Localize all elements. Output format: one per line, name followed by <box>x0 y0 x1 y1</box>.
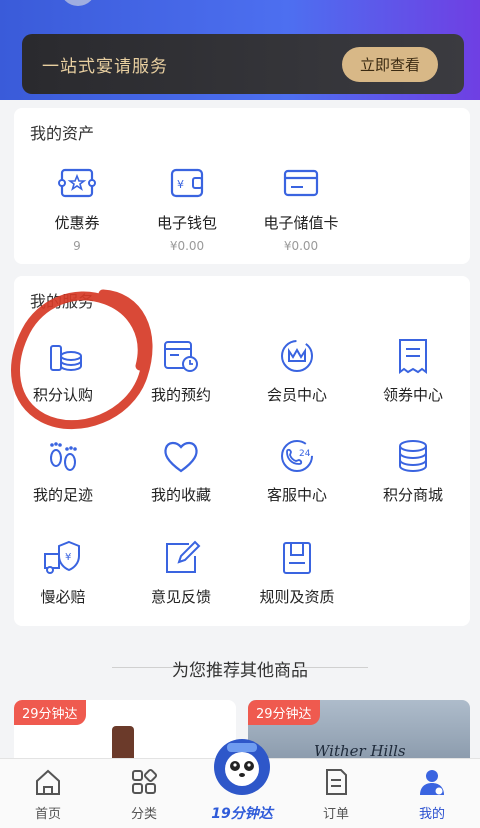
service-customer-service[interactable]: 24 客服中心 <box>240 436 354 505</box>
asset-wallet[interactable]: ¥ 电子钱包 ¥0.00 <box>132 166 242 253</box>
service-footprint[interactable]: 我的足迹 <box>6 436 120 505</box>
asset-label: 优惠券 <box>54 214 100 232</box>
tab-express[interactable]: 19分钟达 <box>200 735 284 823</box>
service-points-mall[interactable]: 积分商城 <box>356 436 470 505</box>
home-icon <box>36 769 60 795</box>
asset-value: ¥0.00 <box>283 239 319 253</box>
service-label: 领券中心 <box>382 386 443 404</box>
service-label: 意见反馈 <box>150 588 211 606</box>
recommend-title: 为您推荐其他商品 <box>172 661 308 681</box>
service-label: 积分商城 <box>382 486 443 504</box>
service-favorites[interactable]: 我的收藏 <box>124 436 238 505</box>
service-reservation[interactable]: 我的预约 <box>124 336 238 405</box>
view-now-button[interactable]: 立即查看 <box>341 46 438 82</box>
coupon-center-icon <box>399 339 427 374</box>
assets-title: 我的资产 <box>30 124 95 143</box>
delivery-tag: 29分钟达 <box>14 700 86 725</box>
wallet-icon: ¥ <box>170 168 204 198</box>
service-label: 客服中心 <box>266 486 327 504</box>
asset-stored-card[interactable]: 电子储值卡 ¥0.00 <box>246 166 356 253</box>
service-label: 我的足迹 <box>32 486 93 504</box>
tab-order[interactable]: 订单 <box>296 767 376 822</box>
rules-qualification-icon <box>283 542 311 574</box>
banquet-banner[interactable]: 一站式宴请服务 立即查看 <box>22 34 464 94</box>
svg-text:24: 24 <box>299 449 311 459</box>
tab-label: 我的 <box>418 807 445 822</box>
banner-title: 一站式宴请服务 <box>42 56 168 77</box>
asset-label: 电子钱包 <box>156 214 217 232</box>
slow-compensation-icon: ¥ <box>44 540 80 574</box>
service-points-purchase[interactable]: 积分认购 <box>6 336 120 405</box>
coupon-icon <box>58 168 96 198</box>
points-mall-icon <box>399 440 427 472</box>
service-slow-compensation[interactable]: ¥ 慢必赔 <box>6 538 120 607</box>
svg-text:¥: ¥ <box>65 552 71 563</box>
service-label: 规则及资质 <box>259 588 335 606</box>
member-center-icon <box>281 340 313 372</box>
points-purchase-icon <box>50 345 82 371</box>
footprint-icon <box>50 442 77 471</box>
stored-value-card-icon <box>283 169 319 197</box>
service-rules[interactable]: 规则及资质 <box>240 538 354 607</box>
service-label: 我的收藏 <box>150 486 211 504</box>
divider-right <box>298 667 368 668</box>
heart-icon <box>164 441 198 473</box>
service-label: 会员中心 <box>266 386 327 404</box>
service-label: 积分认购 <box>32 386 93 404</box>
asset-label: 电子储值卡 <box>263 214 339 232</box>
tab-label: 19分钟达 <box>211 806 273 822</box>
tab-profile[interactable]: 我的 <box>392 767 472 822</box>
tab-label: 订单 <box>322 807 349 822</box>
delivery-tag: 29分钟达 <box>248 700 320 725</box>
category-icon <box>132 768 158 794</box>
service-coupon-center[interactable]: 领券中心 <box>356 336 470 405</box>
express-mascot-icon <box>214 739 270 795</box>
feedback-icon <box>166 540 201 573</box>
svg-text:¥: ¥ <box>177 178 184 191</box>
asset-coupon[interactable]: 优惠券 9 <box>22 166 132 253</box>
assets-card: 我的资产 优惠券 9 ¥ 电子钱包 ¥0.00 电子储值卡 ¥0.00 <box>14 108 470 264</box>
order-icon <box>326 769 347 795</box>
asset-value: ¥0.00 <box>169 239 205 253</box>
services-title: 我的服务 <box>30 292 95 311</box>
profile-icon <box>420 770 444 795</box>
tab-label: 首页 <box>34 807 61 822</box>
tab-category[interactable]: 分类 <box>104 767 184 822</box>
tab-label: 分类 <box>130 807 157 822</box>
service-label: 慢必赔 <box>40 588 86 606</box>
customer-service-icon: 24 <box>281 440 313 472</box>
service-member-center[interactable]: 会员中心 <box>240 336 354 405</box>
asset-value: 9 <box>73 239 81 253</box>
service-label: 我的预约 <box>150 386 211 404</box>
tab-home[interactable]: 首页 <box>8 767 88 822</box>
service-feedback[interactable]: 意见反馈 <box>124 538 238 607</box>
reservation-icon <box>164 341 198 372</box>
